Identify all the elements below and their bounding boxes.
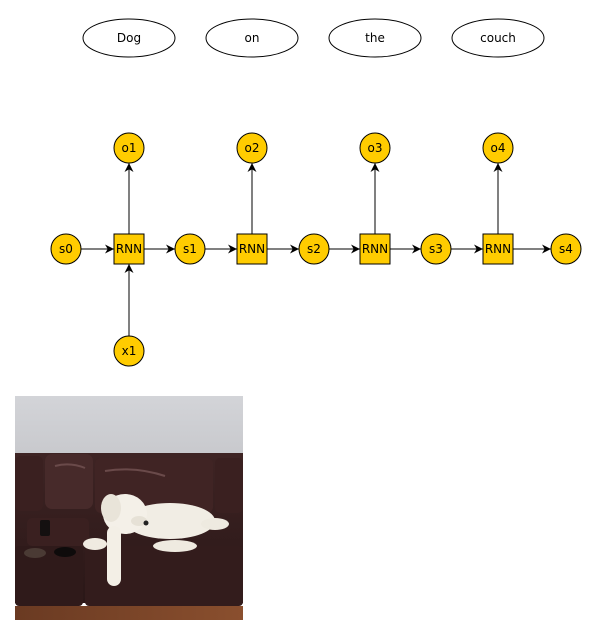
output-node-o2: o2 [236, 132, 268, 164]
rnn-cell-4: RNN [482, 233, 514, 265]
rnn-cell-1: RNN [113, 233, 145, 265]
remote-control [40, 520, 50, 536]
output-node-o4: o4 [482, 132, 514, 164]
state-node-s3: s3 [420, 233, 452, 265]
node-label: s2 [307, 242, 321, 256]
cell-label: RNN [485, 242, 511, 256]
word-oval-the: the [328, 18, 422, 58]
node-label: x1 [122, 344, 137, 358]
cell-label: RNN [239, 242, 265, 256]
output-node-o1: o1 [113, 132, 145, 164]
word-label: Dog [117, 31, 141, 45]
state-node-s1: s1 [174, 233, 206, 265]
node-label: s0 [59, 242, 73, 256]
node-label: o1 [122, 141, 137, 155]
state-node-s4: s4 [550, 233, 582, 265]
word-label: the [365, 31, 385, 45]
node-label: s1 [183, 242, 197, 256]
rnn-cell-3: RNN [359, 233, 391, 265]
state-node-s2: s2 [298, 233, 330, 265]
node-label: o3 [368, 141, 383, 155]
dog-on-couch-photo [15, 396, 243, 620]
node-label: o4 [491, 141, 506, 155]
cell-label: RNN [362, 242, 388, 256]
rnn-cell-2: RNN [236, 233, 268, 265]
word-label: on [245, 31, 260, 45]
node-label: o2 [245, 141, 260, 155]
state-node-s0: s0 [50, 233, 82, 265]
word-oval-on: on [205, 18, 299, 58]
word-label: couch [480, 31, 516, 45]
word-oval-couch: couch [451, 18, 545, 58]
rnn-diagram: Dog on the couch o1 o2 o3 o4 s0 s1 s2 s3… [50, 18, 582, 367]
output-node-o3: o3 [359, 132, 391, 164]
word-oval-dog: Dog [82, 18, 176, 58]
node-label: s4 [559, 242, 573, 256]
node-label: s3 [429, 242, 443, 256]
input-node-x1: x1 [113, 335, 145, 367]
cell-label: RNN [116, 242, 142, 256]
